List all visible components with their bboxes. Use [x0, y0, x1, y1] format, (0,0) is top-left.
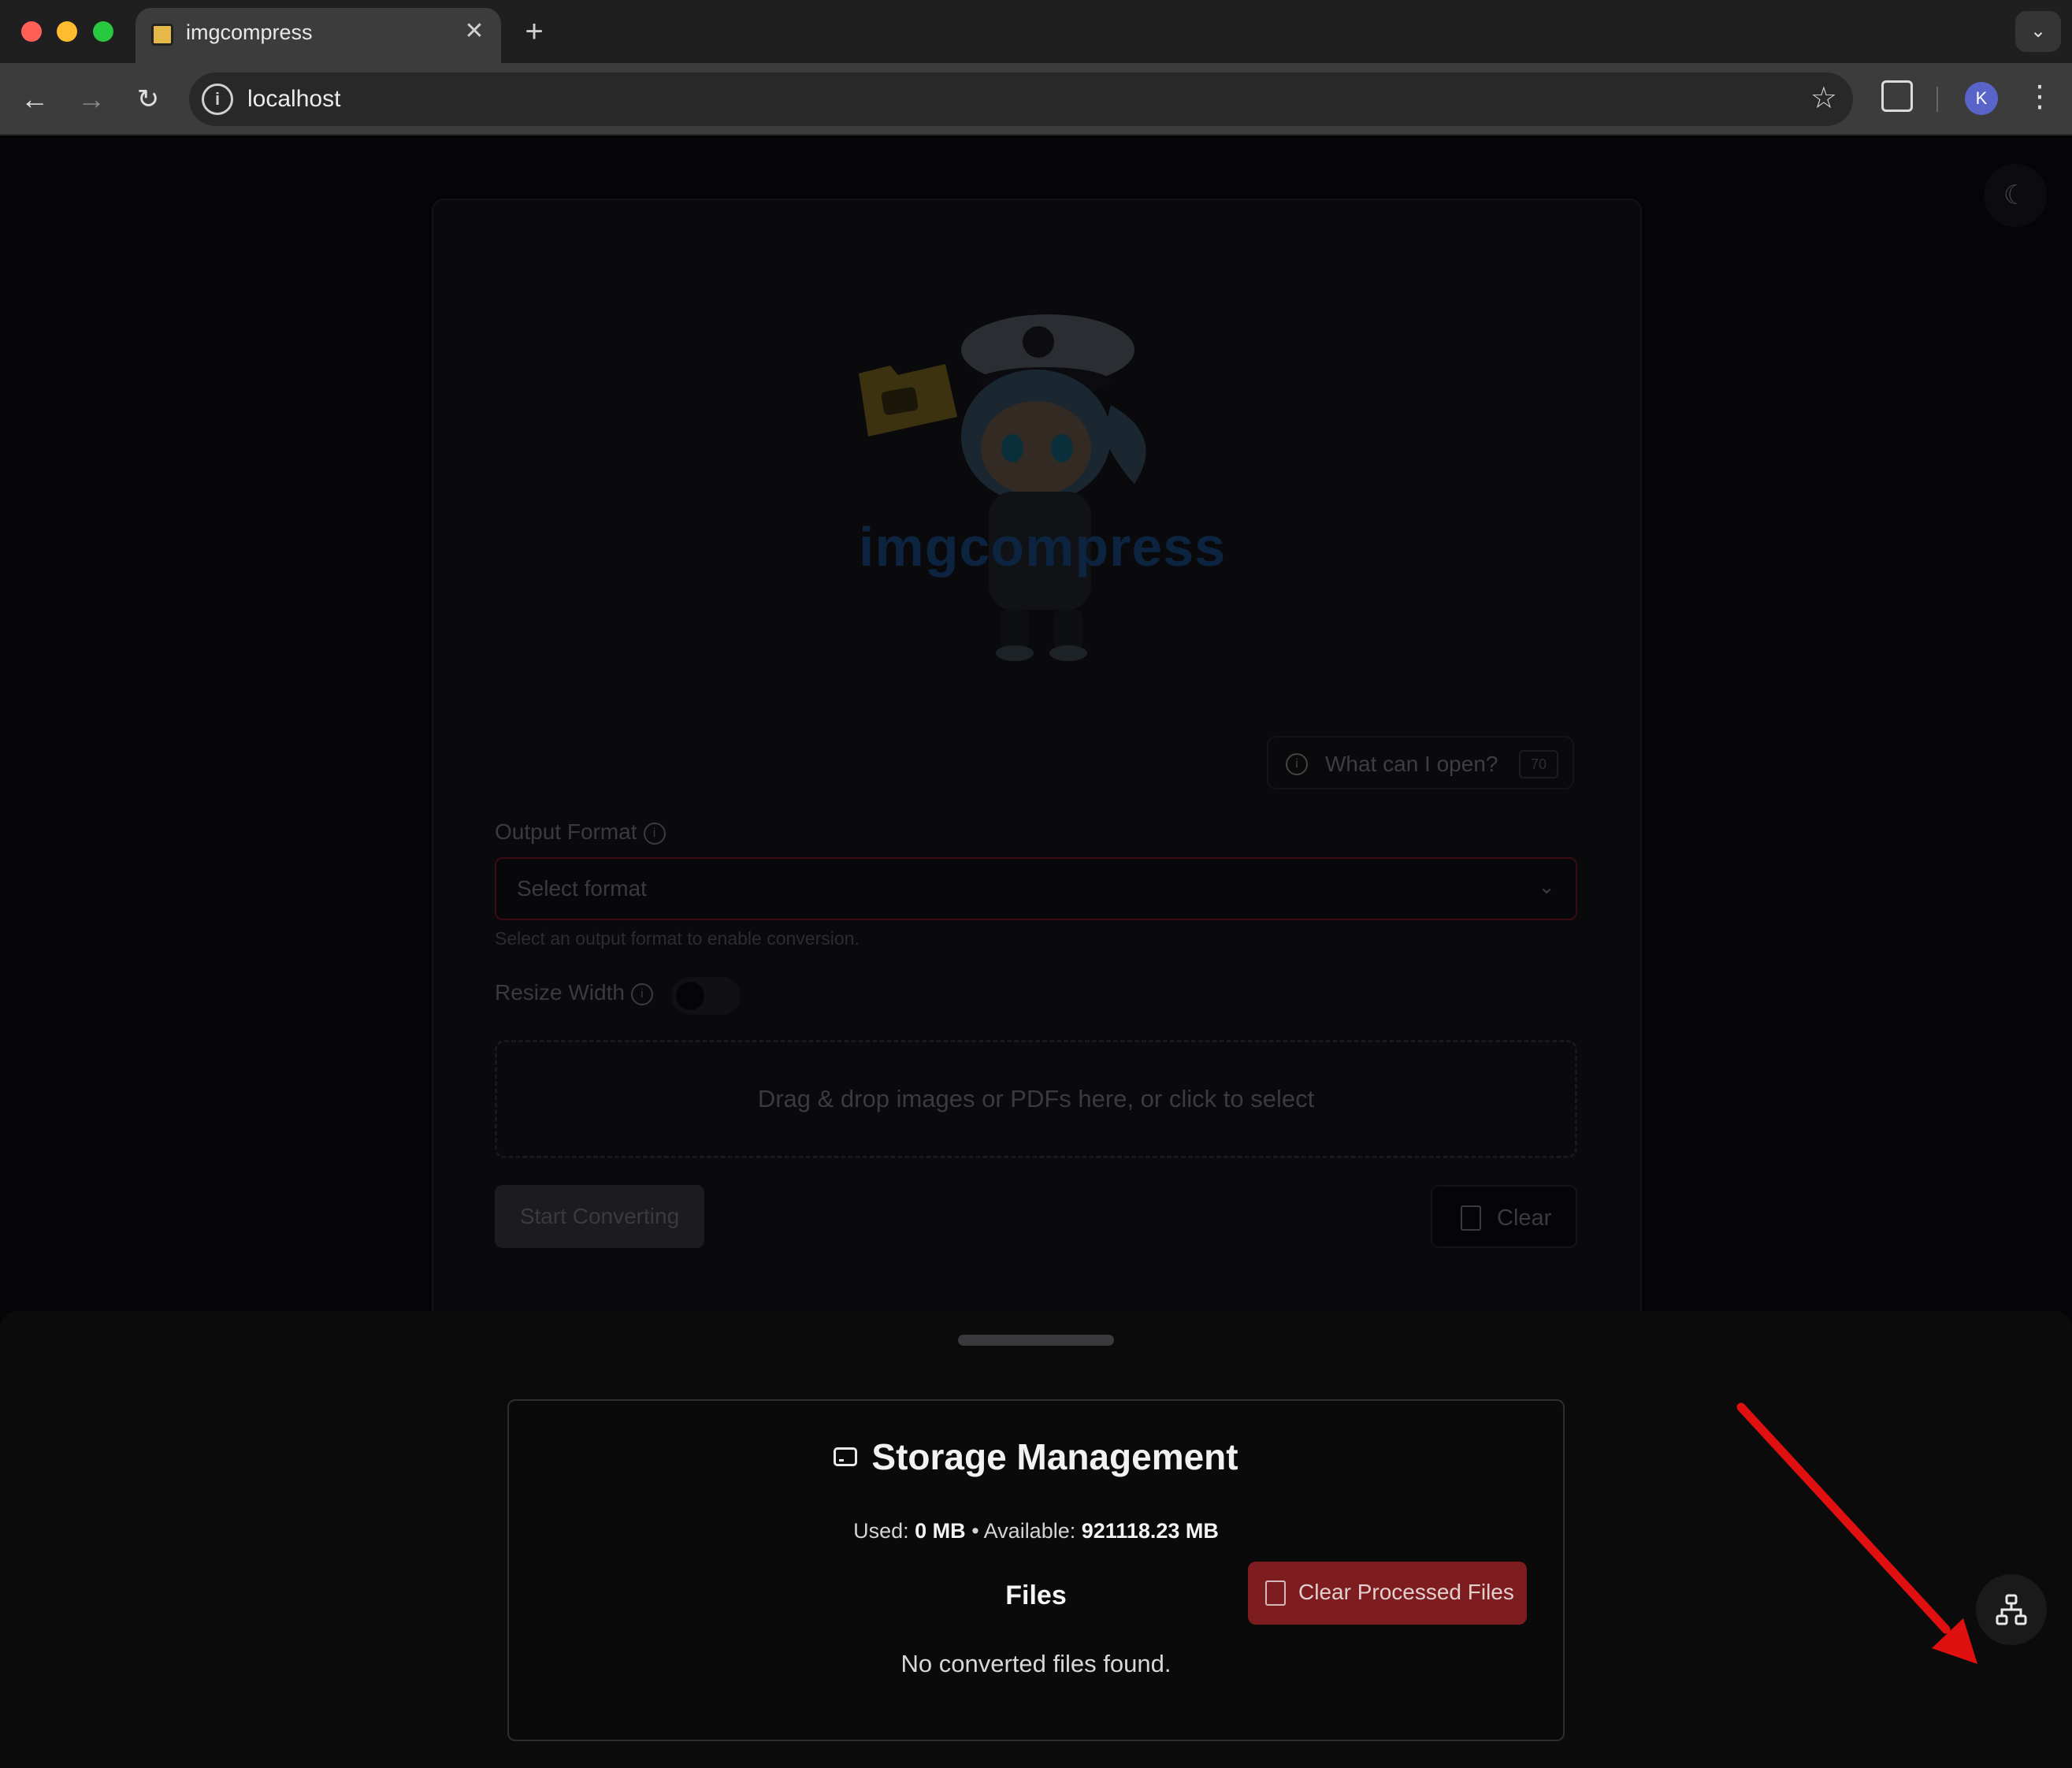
start-converting-button[interactable]: Start Converting — [495, 1185, 704, 1248]
bookmark-star-icon[interactable]: ☆ — [1810, 80, 1837, 116]
forward-arrow-icon[interactable]: → — [72, 80, 110, 118]
browser-toolbar: ← → ↻ i localhost ☆ K ⋮ — [0, 63, 2072, 136]
clear-button[interactable]: Clear — [1431, 1185, 1577, 1248]
reload-icon[interactable]: ↻ — [129, 80, 167, 118]
browser-tab-bar: imgcompress ✕ + ⌄ — [0, 0, 2072, 63]
sitemap-button[interactable] — [1976, 1574, 2047, 1645]
drawer-handle[interactable] — [958, 1335, 1114, 1346]
tab-search-dropdown[interactable]: ⌄ — [2015, 11, 2061, 52]
close-window-button[interactable] — [21, 21, 42, 42]
toolbar-divider — [1936, 87, 1938, 112]
resize-width-label: Resize Width i — [495, 980, 653, 1005]
available-value: 921118.23 MB — [1081, 1519, 1219, 1543]
browser-menu-icon[interactable]: ⋮ — [2025, 79, 2055, 114]
select-hint: Select an output format to enable conver… — [495, 928, 860, 949]
clear-processed-label: Clear Processed Files — [1298, 1580, 1514, 1604]
storage-management-card: Storage Management Used: 0 MB • Availabl… — [507, 1399, 1565, 1741]
what-can-i-open-label: What can I open? — [1325, 752, 1498, 776]
folder-icon — [859, 364, 957, 436]
back-arrow-icon[interactable]: ← — [16, 80, 54, 118]
storage-usage: Used: 0 MB • Available: 921118.23 MB — [853, 1519, 1219, 1543]
format-count-badge: 70 — [1519, 750, 1558, 778]
hard-drive-icon — [834, 1447, 858, 1466]
file-dropzone[interactable]: Drag & drop images or PDFs here, or clic… — [495, 1040, 1577, 1158]
tab-title: imgcompress — [186, 20, 313, 44]
minimize-window-button[interactable] — [57, 21, 77, 42]
what-can-i-open-button[interactable]: i What can I open? 70 — [1267, 736, 1574, 789]
resize-width-toggle[interactable] — [671, 977, 741, 1015]
select-placeholder: Select format — [517, 876, 647, 901]
toggle-knob — [676, 982, 704, 1010]
profile-avatar[interactable]: K — [1965, 82, 1998, 115]
storage-title-row: Storage Management — [509, 1436, 1563, 1478]
output-format-select[interactable]: Select format ⌄ — [495, 857, 1577, 920]
tab-close-icon[interactable]: ✕ — [459, 16, 490, 47]
info-icon: i — [1286, 753, 1308, 775]
moon-icon[interactable]: ☾ — [1984, 164, 2047, 227]
extensions-puzzle-icon[interactable] — [1881, 80, 1913, 112]
storage-drawer: Storage Management Used: 0 MB • Availabl… — [0, 1311, 2072, 1768]
site-info-icon[interactable]: i — [202, 84, 233, 115]
dropzone-text: Drag & drop images or PDFs here, or clic… — [757, 1085, 1315, 1112]
address-bar[interactable]: i localhost ☆ — [189, 72, 1853, 126]
storage-title: Storage Management — [871, 1436, 1238, 1477]
output-format-label: Output Format i — [495, 819, 666, 845]
empty-files-message: No converted files found. — [900, 1650, 1172, 1677]
brand-logo-text: imgcompress — [859, 516, 1227, 578]
used-value: 0 MB — [915, 1519, 966, 1543]
sitemap-icon — [1996, 1594, 2027, 1625]
new-tab-button[interactable]: + — [517, 14, 551, 49]
favicon-icon — [151, 24, 173, 46]
chevron-down-icon: ⌄ — [1538, 875, 1555, 898]
clear-processed-files-button[interactable]: Clear Processed Files — [1248, 1562, 1527, 1625]
trash-icon — [1265, 1580, 1286, 1606]
maximize-window-button[interactable] — [93, 21, 113, 42]
mascot-illustration — [859, 314, 1146, 661]
info-icon[interactable]: i — [643, 822, 666, 845]
info-icon[interactable]: i — [630, 982, 653, 1005]
clear-button-label: Clear — [1497, 1205, 1552, 1231]
trash-icon — [1461, 1205, 1481, 1231]
url-text[interactable]: localhost — [247, 86, 340, 113]
browser-tab[interactable]: imgcompress ✕ — [136, 8, 501, 63]
